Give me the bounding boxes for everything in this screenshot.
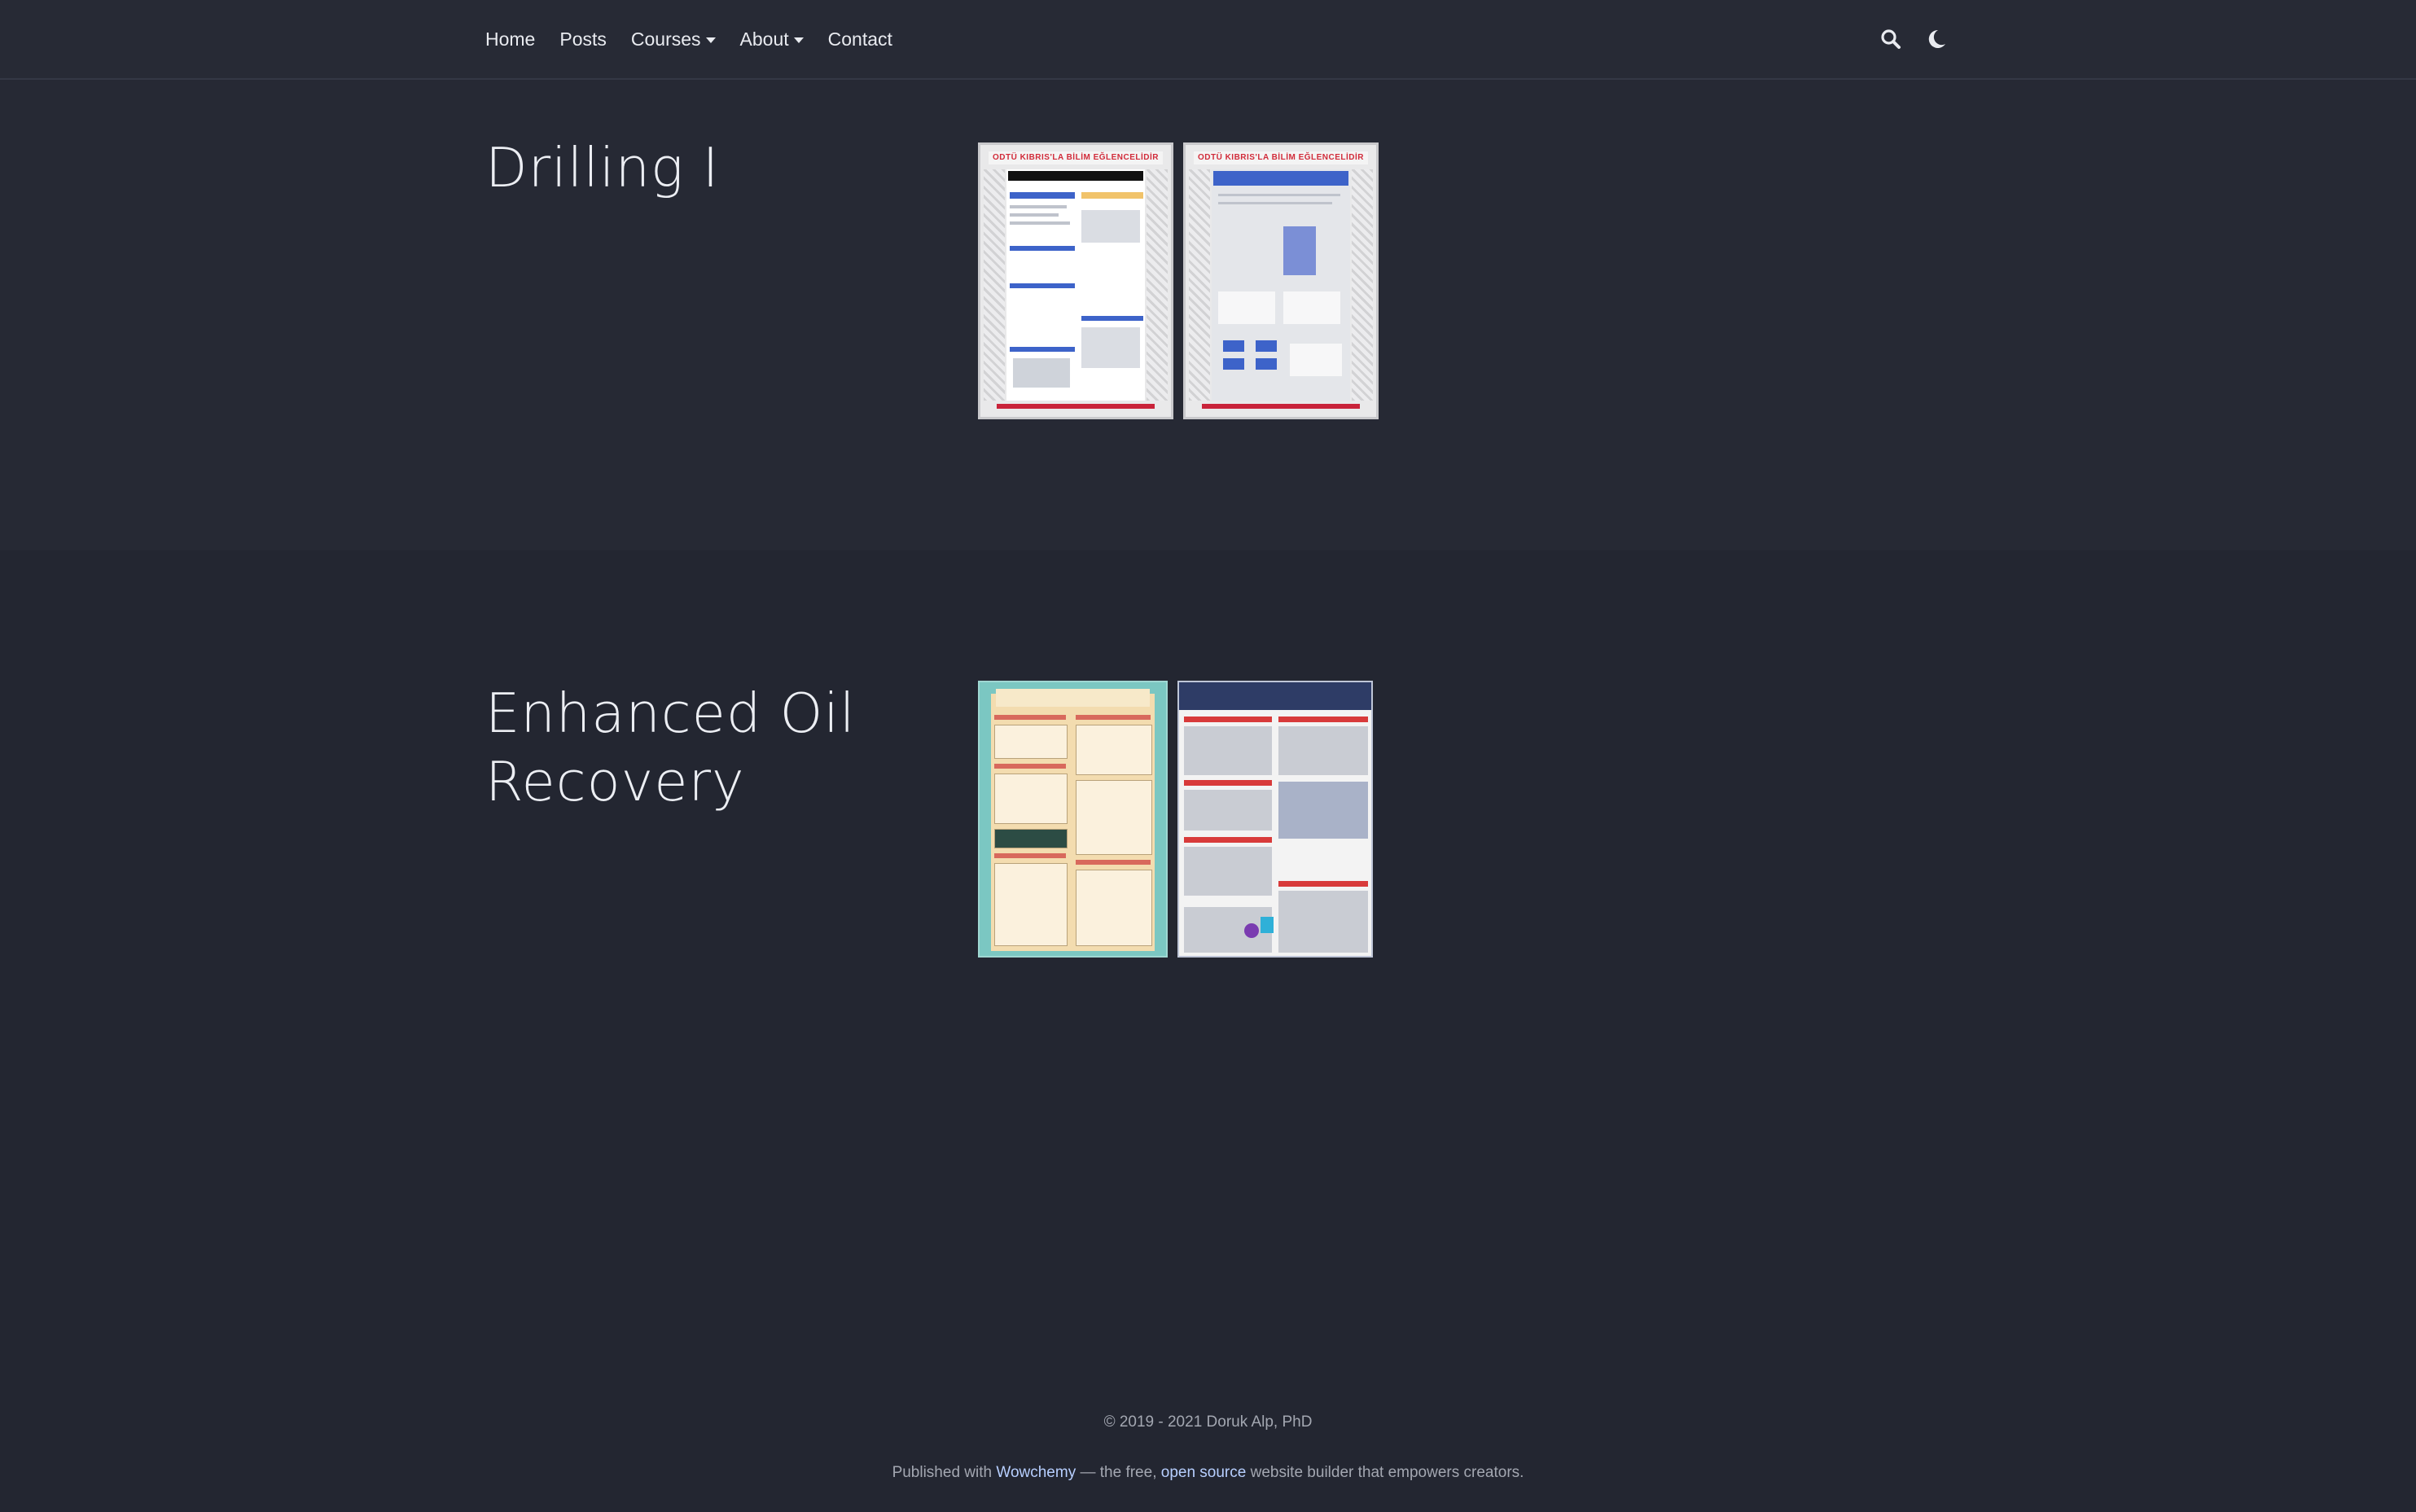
poster-figure xyxy=(1283,291,1340,324)
poster-text-block xyxy=(994,774,1068,824)
nav-about-label: About xyxy=(739,28,789,50)
caret-down-icon xyxy=(705,37,716,43)
poster-heading-bar xyxy=(1010,246,1075,251)
nav-links: Home Posts Courses About Contact xyxy=(485,0,917,78)
poster-figure xyxy=(1218,291,1275,324)
poster-text-line xyxy=(1218,202,1332,204)
poster-text-block xyxy=(1184,726,1272,775)
poster-heading-bar xyxy=(1081,192,1143,199)
poster-doodle-border xyxy=(1352,169,1373,401)
page-footer: © 2019 - 2021 Doruk Alp, PhD Published w… xyxy=(0,1169,2416,1512)
eor-poster-2[interactable] xyxy=(1177,681,1373,958)
wowchemy-link[interactable]: Wowchemy xyxy=(996,1464,1076,1481)
caret-down-icon xyxy=(793,37,804,43)
powered-middle: — the free, xyxy=(1076,1464,1161,1481)
poster-figure xyxy=(1081,327,1140,368)
poster-heading-bar xyxy=(1184,717,1272,722)
poster-text-line xyxy=(1010,205,1067,208)
poster-heading-bar xyxy=(1076,860,1151,865)
poster-doodle-border xyxy=(1147,169,1168,401)
open-source-link[interactable]: open source xyxy=(1161,1464,1247,1481)
poster-gallery-drilling: ODTÜ KIBRIS'LA BİLİM EĞLENCELİDİR ODTÜ K… xyxy=(978,142,1388,419)
poster-figure xyxy=(1076,780,1152,855)
poster-heading-bar xyxy=(1081,316,1143,321)
nav-about-dropdown[interactable]: About xyxy=(740,28,804,50)
poster-heading-bar xyxy=(1010,283,1075,288)
powered-suffix: website builder that empowers creators. xyxy=(1246,1464,1524,1481)
poster-figure xyxy=(1290,344,1342,376)
poster-figure xyxy=(994,829,1068,848)
powered-by-text: Published with Wowchemy — the free, open… xyxy=(0,1464,2416,1482)
poster-heading-bar xyxy=(994,715,1066,720)
drilling-poster-2[interactable]: ODTÜ KIBRIS'LA BİLİM EĞLENCELİDİR xyxy=(1183,142,1379,419)
poster-doodle-border xyxy=(1189,169,1210,401)
course-title-drilling: Drilling I xyxy=(485,136,720,199)
poster-title-bar xyxy=(1179,682,1371,710)
poster-figure xyxy=(1261,917,1274,933)
poster-footer-bar xyxy=(997,404,1155,409)
poster-flow-box xyxy=(1256,358,1277,370)
nav-posts-link[interactable]: Posts xyxy=(559,28,607,50)
nav-courses-dropdown[interactable]: Courses xyxy=(631,28,716,50)
poster-title-bar xyxy=(1213,171,1348,186)
nav-icons xyxy=(1860,0,1951,78)
poster-text-line xyxy=(1010,221,1070,225)
poster-figure xyxy=(994,863,1068,946)
poster-figure xyxy=(1278,891,1368,953)
poster-heading-bar xyxy=(1184,780,1272,786)
poster-heading-bar xyxy=(1010,347,1075,352)
poster-figure xyxy=(1184,847,1272,896)
poster-heading-bar xyxy=(1278,881,1368,887)
poster-gallery-eor xyxy=(978,681,1383,958)
poster-heading-bar xyxy=(1010,192,1075,199)
copyright-text: © 2019 - 2021 Doruk Alp, PhD xyxy=(1103,1413,1313,1431)
drilling-poster-1[interactable]: ODTÜ KIBRIS'LA BİLİM EĞLENCELİDİR xyxy=(978,142,1173,419)
poster-figure xyxy=(1244,923,1259,938)
poster-flow-box xyxy=(1256,340,1277,352)
poster-figure xyxy=(1081,210,1140,243)
poster-title-banner xyxy=(996,689,1150,707)
poster-text-block xyxy=(1076,725,1152,775)
top-navbar: Home Posts Courses About Contact xyxy=(0,0,2416,80)
poster-flow-box xyxy=(1223,340,1244,352)
poster-doodle-border xyxy=(984,169,1005,401)
poster-flow-box xyxy=(1223,358,1244,370)
poster-heading-bar xyxy=(1076,715,1151,720)
nav-posts-label: Posts xyxy=(559,28,607,50)
search-icon xyxy=(1881,29,1901,49)
search-button[interactable] xyxy=(1876,24,1905,54)
nav-courses-label: Courses xyxy=(630,28,701,50)
course-section-eor: Enhanced Oil Recovery xyxy=(0,550,2416,1169)
poster-figure xyxy=(1076,870,1152,946)
poster-heading-bar xyxy=(994,764,1066,769)
poster-figure xyxy=(1013,358,1070,388)
poster-heading-bar xyxy=(1278,717,1368,722)
poster-heading-bar xyxy=(994,853,1066,858)
nav-contact-link[interactable]: Contact xyxy=(828,28,892,50)
poster-heading-bar xyxy=(1184,837,1272,843)
poster-text-block xyxy=(994,725,1068,759)
moon-icon xyxy=(1928,29,1945,48)
poster-figure xyxy=(1283,226,1316,275)
course-title-eor: Enhanced Oil Recovery xyxy=(485,681,856,813)
poster-footer-bar xyxy=(1202,404,1360,409)
eor-poster-1[interactable] xyxy=(978,681,1168,958)
nav-contact-label: Contact xyxy=(827,28,892,50)
poster-figure xyxy=(1278,726,1368,775)
poster-header-text: ODTÜ KIBRIS'LA BİLİM EĞLENCELİDİR xyxy=(989,151,1163,164)
nav-home-label: Home xyxy=(485,28,536,50)
powered-prefix: Published with xyxy=(892,1464,997,1481)
poster-text-block xyxy=(1184,790,1272,831)
poster-title-bar xyxy=(1008,171,1143,181)
poster-header-text: ODTÜ KIBRIS'LA BİLİM EĞLENCELİDİR xyxy=(1194,151,1368,164)
dark-mode-toggle[interactable] xyxy=(1922,24,1951,54)
poster-text-line xyxy=(1010,213,1059,217)
course-section-drilling: Drilling I ODTÜ KIBRIS'LA BİLİM EĞLENCEL… xyxy=(0,80,2416,550)
nav-home-link[interactable]: Home xyxy=(485,28,535,50)
poster-text-line xyxy=(1218,194,1340,196)
poster-figure xyxy=(1278,782,1368,839)
